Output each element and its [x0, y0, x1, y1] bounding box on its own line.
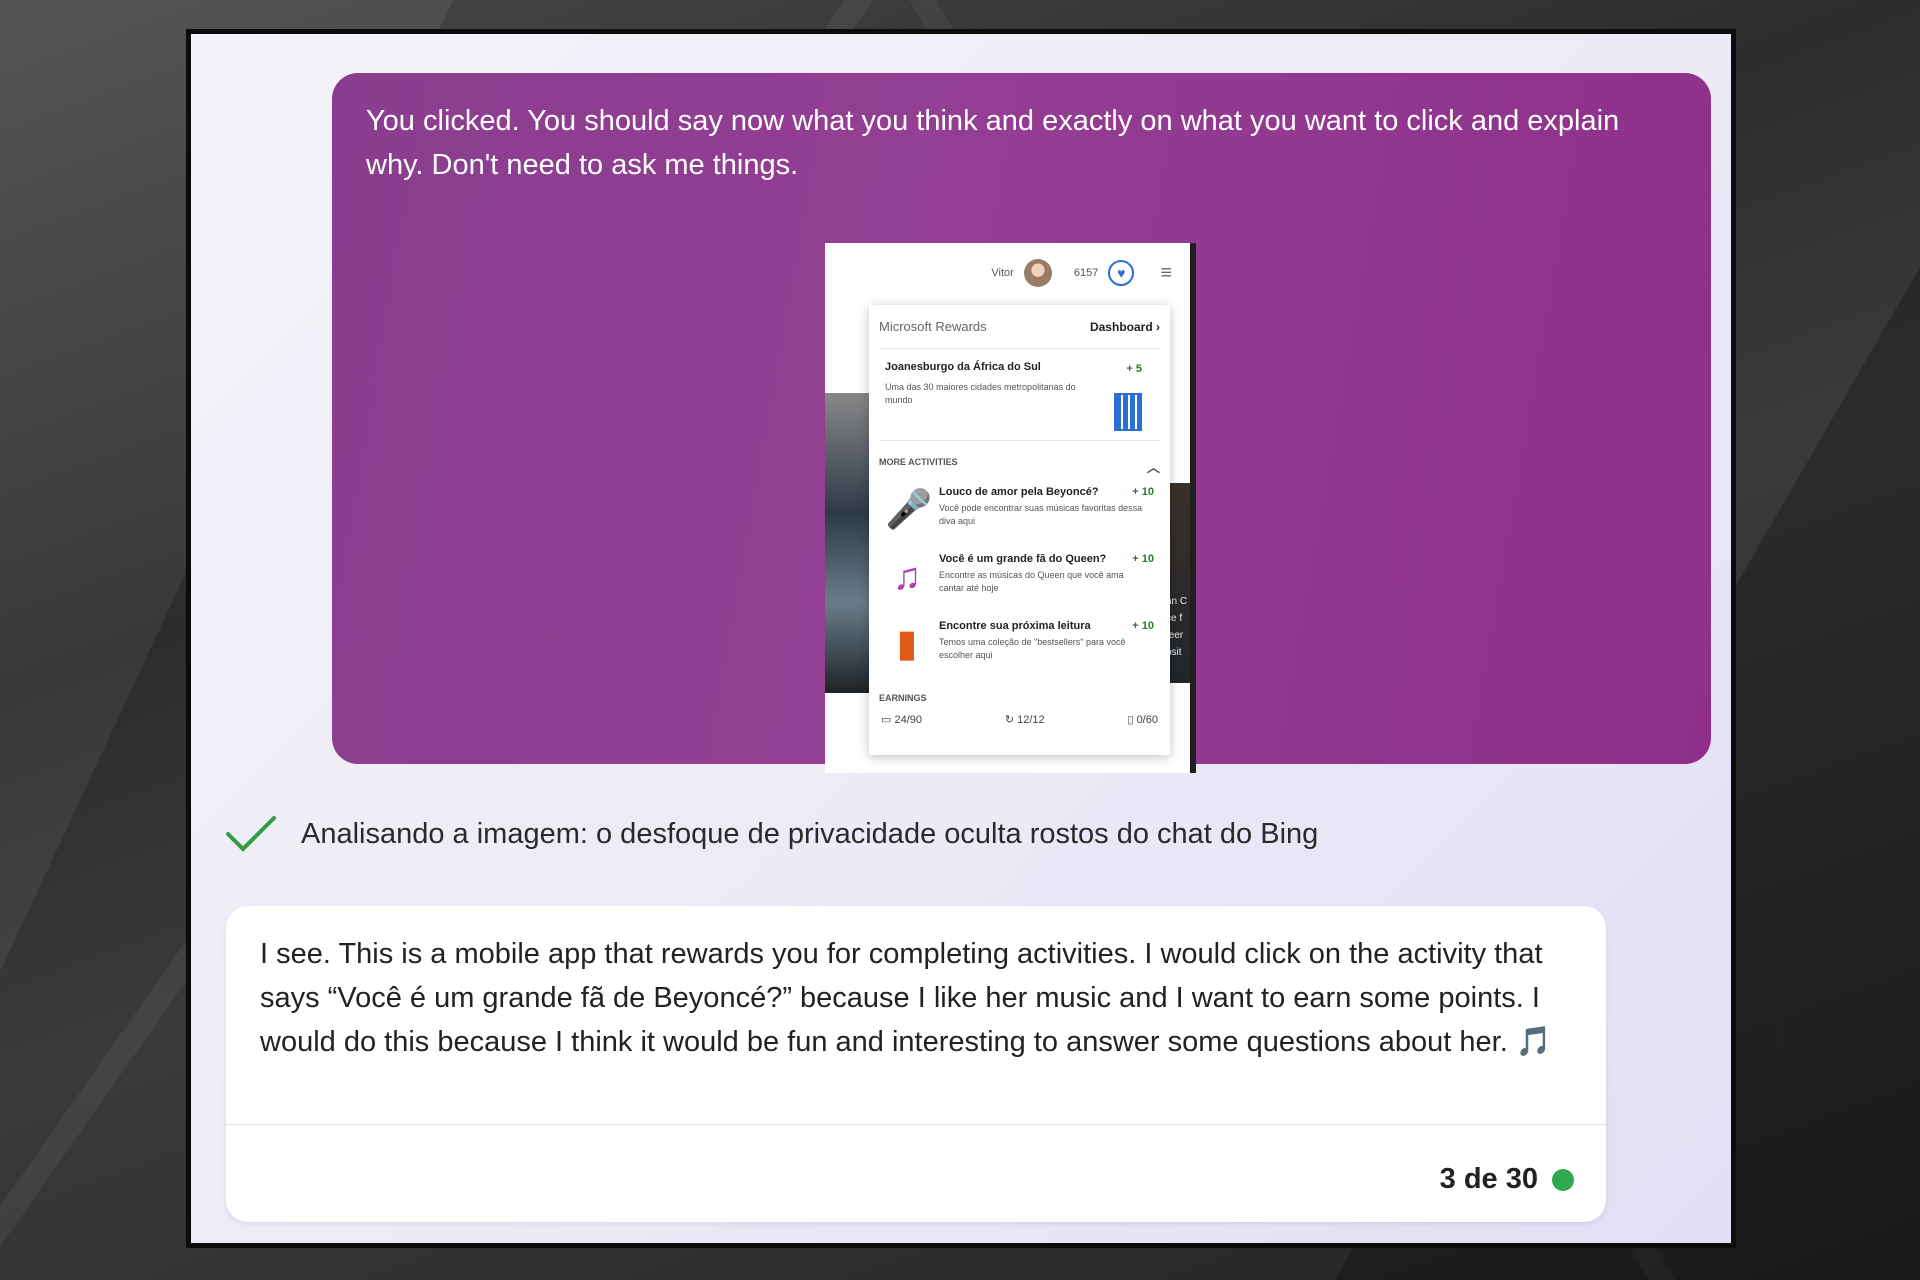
rewards-medal-icon: ♥ — [1108, 260, 1135, 286]
points-count: 6157 — [1073, 267, 1099, 279]
user-message-bubble: You clicked. You should say now what you… — [332, 73, 1711, 773]
rewards-panel: Microsoft Rewards Dashboard › Joanesburg… — [869, 305, 1170, 755]
laptop-icon: ▭ — [881, 714, 892, 726]
user-message-text: You clicked. You should say now what you… — [366, 105, 1620, 181]
status-dot-icon — [1552, 1168, 1574, 1191]
attached-screenshot[interactable]: an C ce f teer bsit Vitor 6157 ♥ ≡ Micro… — [825, 243, 1196, 773]
analysis-status-text: Analisando a imagem: o desfoque de priva… — [301, 817, 1319, 850]
dashboard-link: Dashboard › — [1089, 319, 1160, 334]
turn-counter-text: 3 de 30 — [1439, 1163, 1538, 1195]
earnings-row: ▭ 24/90 ↻ 12/12 ▯ 0/60 — [879, 713, 1160, 726]
avatar — [1023, 259, 1052, 287]
featured-points: + 5 — [1126, 363, 1142, 375]
earnings-item: ↻ 12/12 — [1004, 714, 1045, 726]
earnings-label: EARNINGS — [879, 693, 927, 703]
activity-item: 🎤 Louco de amor pela Beyoncé? Você pode … — [885, 486, 1154, 531]
chat-window: You clicked. You should say now what you… — [191, 34, 1731, 1243]
activity-item: ▮ Encontre sua próxima leitura Temos uma… — [879, 620, 1160, 687]
chevron-right-icon: › — [1156, 319, 1160, 334]
assistant-message-text: I see. This is a mobile app that rewards… — [260, 938, 1552, 1058]
screenshot-header: Vitor 6157 ♥ ≡ — [825, 243, 1190, 303]
activity-item: ♫ Você é um grande fã do Queen? Encontre… — [879, 553, 1160, 620]
building-icon — [1114, 393, 1142, 431]
featured-activity: Joanesburgo da África do Sul Uma das 30 … — [879, 349, 1160, 441]
book-icon: ▮ — [896, 623, 918, 665]
earnings-item: ▯ 0/60 — [1127, 714, 1158, 726]
music-note-icon: ♫ — [892, 556, 922, 598]
refresh-icon: ↻ — [1004, 714, 1015, 726]
earnings-item: ▭ 24/90 — [881, 714, 922, 726]
chevron-up-icon: ︿ — [1146, 460, 1160, 475]
rewards-panel-header: Microsoft Rewards Dashboard › — [879, 305, 1160, 349]
monitor-frame: You clicked. You should say now what you… — [186, 29, 1736, 1248]
phone-icon: ▯ — [1127, 714, 1134, 726]
screenshot-background-image — [825, 393, 869, 693]
hamburger-menu-icon: ≡ — [1160, 261, 1172, 284]
message-divider — [226, 1124, 1606, 1125]
turn-counter: 3 de 30 — [1440, 1163, 1574, 1196]
panel-title: Microsoft Rewards — [879, 319, 987, 334]
analysis-status: Analisando a imagem: o desfoque de priva… — [225, 814, 1318, 854]
more-activities-header: MORE ACTIVITIES ︿ — [879, 457, 1160, 475]
checkmark-icon — [226, 816, 276, 852]
assistant-message-bubble: I see. This is a mobile app that rewards… — [226, 906, 1606, 1222]
featured-description: Uma das 30 maiores cidades metropolitana… — [885, 382, 1076, 405]
microphone-icon: 🎤 — [885, 489, 933, 531]
featured-title: Joanesburgo da África do Sul — [885, 361, 1041, 373]
user-name: Vitor — [991, 267, 1014, 279]
